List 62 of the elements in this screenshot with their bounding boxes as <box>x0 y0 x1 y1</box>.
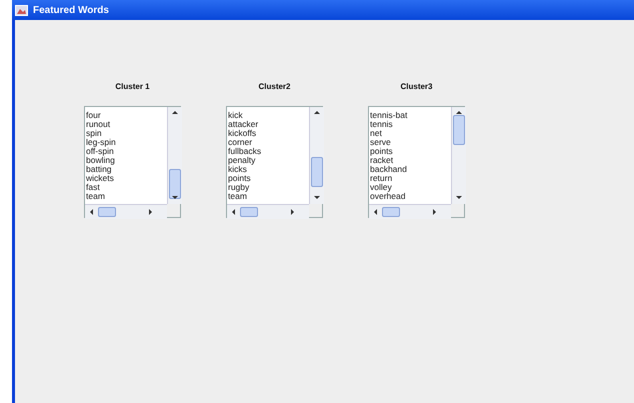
vertical-scrollbar[interactable] <box>167 107 182 204</box>
list-item[interactable]: four <box>86 111 167 120</box>
list-item[interactable]: volley <box>370 183 451 192</box>
list-item[interactable]: spin <box>86 129 167 138</box>
cluster-heading: Cluster 1 <box>115 82 150 91</box>
list-item[interactable]: points <box>228 174 309 183</box>
word-list[interactable]: kick attacker kickoffs corner fullbacks penalty kicks points rugby team <box>227 107 309 204</box>
right-arrow-icon[interactable] <box>147 208 155 216</box>
list-item[interactable]: batting <box>86 165 167 174</box>
list-item[interactable]: attacker <box>228 120 309 129</box>
list-item[interactable]: kicks <box>228 165 309 174</box>
cluster-heading: Cluster3 <box>400 82 432 91</box>
vertical-scrollbar[interactable] <box>451 107 466 204</box>
list-item[interactable]: rugby <box>228 183 309 192</box>
list-item[interactable]: serve <box>370 138 451 147</box>
list-item[interactable]: team <box>228 192 309 201</box>
down-arrow-icon[interactable] <box>171 194 179 202</box>
scroll-thumb[interactable] <box>382 207 400 217</box>
scroll-thumb[interactable] <box>169 169 181 199</box>
right-arrow-icon[interactable] <box>431 208 439 216</box>
list-item[interactable]: overhead <box>370 192 451 201</box>
list-item[interactable]: net <box>370 129 451 138</box>
list-item[interactable]: fullbacks <box>228 147 309 156</box>
list-item[interactable]: off-spin <box>86 147 167 156</box>
scroll-thumb[interactable] <box>240 207 258 217</box>
horizontal-scrollbar[interactable] <box>369 204 451 219</box>
left-arrow-icon[interactable] <box>372 208 380 216</box>
up-arrow-icon[interactable] <box>455 109 463 117</box>
left-arrow-icon[interactable] <box>88 208 96 216</box>
list-item[interactable]: tennis-bat <box>370 111 451 120</box>
list-item[interactable]: bowling <box>86 156 167 165</box>
list-item[interactable]: leg-spin <box>86 138 167 147</box>
word-list[interactable]: four runout spin leg-spin off-spin bowling batting wickets fast team <box>85 107 167 204</box>
list-item[interactable]: wickets <box>86 174 167 183</box>
scroll-thumb[interactable] <box>98 207 116 217</box>
vertical-scrollbar[interactable] <box>309 107 324 204</box>
list-item[interactable]: backhand <box>370 165 451 174</box>
word-list[interactable]: tennis-bat tennis net serve points racket backhand return volley overhead <box>369 107 451 204</box>
list-item[interactable]: team <box>86 192 167 201</box>
list-item[interactable]: racket <box>370 156 451 165</box>
scroll-thumb[interactable] <box>311 157 323 187</box>
right-arrow-icon[interactable] <box>289 208 297 216</box>
list-item[interactable]: return <box>370 174 451 183</box>
app-icon <box>15 4 28 16</box>
down-arrow-icon[interactable] <box>455 194 463 202</box>
list-item[interactable]: penalty <box>228 156 309 165</box>
list-item[interactable]: tennis <box>370 120 451 129</box>
up-arrow-icon[interactable] <box>171 109 179 117</box>
list-item[interactable]: runout <box>86 120 167 129</box>
window-title: Featured Words <box>33 4 109 16</box>
list-item[interactable]: fast <box>86 183 167 192</box>
list-item[interactable]: points <box>370 147 451 156</box>
list-item[interactable]: corner <box>228 138 309 147</box>
scroll-thumb[interactable] <box>453 115 465 145</box>
left-arrow-icon[interactable] <box>230 208 238 216</box>
horizontal-scrollbar[interactable] <box>85 204 167 219</box>
down-arrow-icon[interactable] <box>313 194 321 202</box>
horizontal-scrollbar[interactable] <box>227 204 309 219</box>
list-item[interactable]: kickoffs <box>228 129 309 138</box>
cluster-heading: Cluster2 <box>258 82 290 91</box>
up-arrow-icon[interactable] <box>313 109 321 117</box>
list-item[interactable]: kick <box>228 111 309 120</box>
